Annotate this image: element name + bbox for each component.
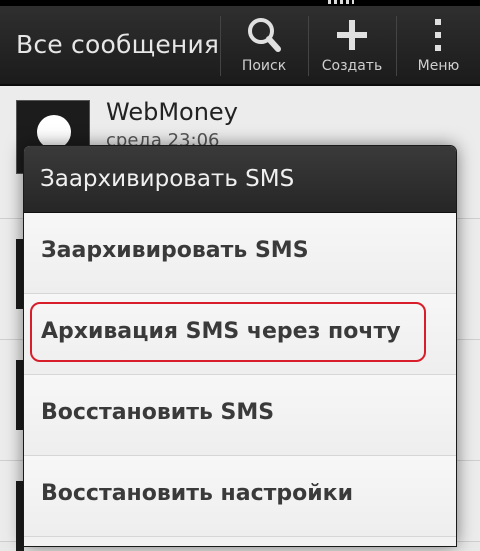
search-button[interactable]: Поиск xyxy=(221,6,307,84)
avatar-silhouette-icon xyxy=(37,115,71,149)
action-bar: Все сообщения Поиск Создать Меню xyxy=(0,6,480,86)
create-label: Создать xyxy=(321,58,383,74)
menu-item-label: Восстановить настройки xyxy=(41,481,353,506)
dialog-title-bar: Заархивировать SMS xyxy=(24,146,456,213)
plus-icon xyxy=(309,16,395,54)
menu-label: Меню xyxy=(417,58,460,74)
backup-dialog: Заархивировать SMS Заархивировать SMS Ар… xyxy=(24,146,456,546)
menu-item-restore-settings[interactable]: Восстановить настройки xyxy=(24,456,456,537)
dialog-title: Заархивировать SMS xyxy=(40,166,295,192)
notification-indicator xyxy=(328,0,354,4)
avatar xyxy=(16,239,24,309)
search-icon xyxy=(221,16,307,54)
create-button[interactable]: Создать xyxy=(309,6,395,84)
menu-item-backup-via-email[interactable]: Архивация SMS через почту xyxy=(24,294,456,375)
menu-item-label: Восстановить SMS xyxy=(41,400,275,425)
menu-item-backup-sms[interactable]: Заархивировать SMS xyxy=(24,213,456,294)
contact-name: WebMoney xyxy=(106,98,238,126)
avatar xyxy=(16,481,24,551)
avatar xyxy=(16,360,24,430)
page-title: Все сообщения xyxy=(16,30,220,59)
menu-item-label: Архивация SMS через почту xyxy=(41,319,401,344)
menu-item-restore-sms[interactable]: Восстановить SMS xyxy=(24,375,456,456)
search-label: Поиск xyxy=(241,58,287,74)
menu-button[interactable]: Меню xyxy=(397,6,480,84)
menu-item-label: Заархивировать SMS xyxy=(41,238,309,263)
overflow-menu-icon xyxy=(397,16,480,54)
